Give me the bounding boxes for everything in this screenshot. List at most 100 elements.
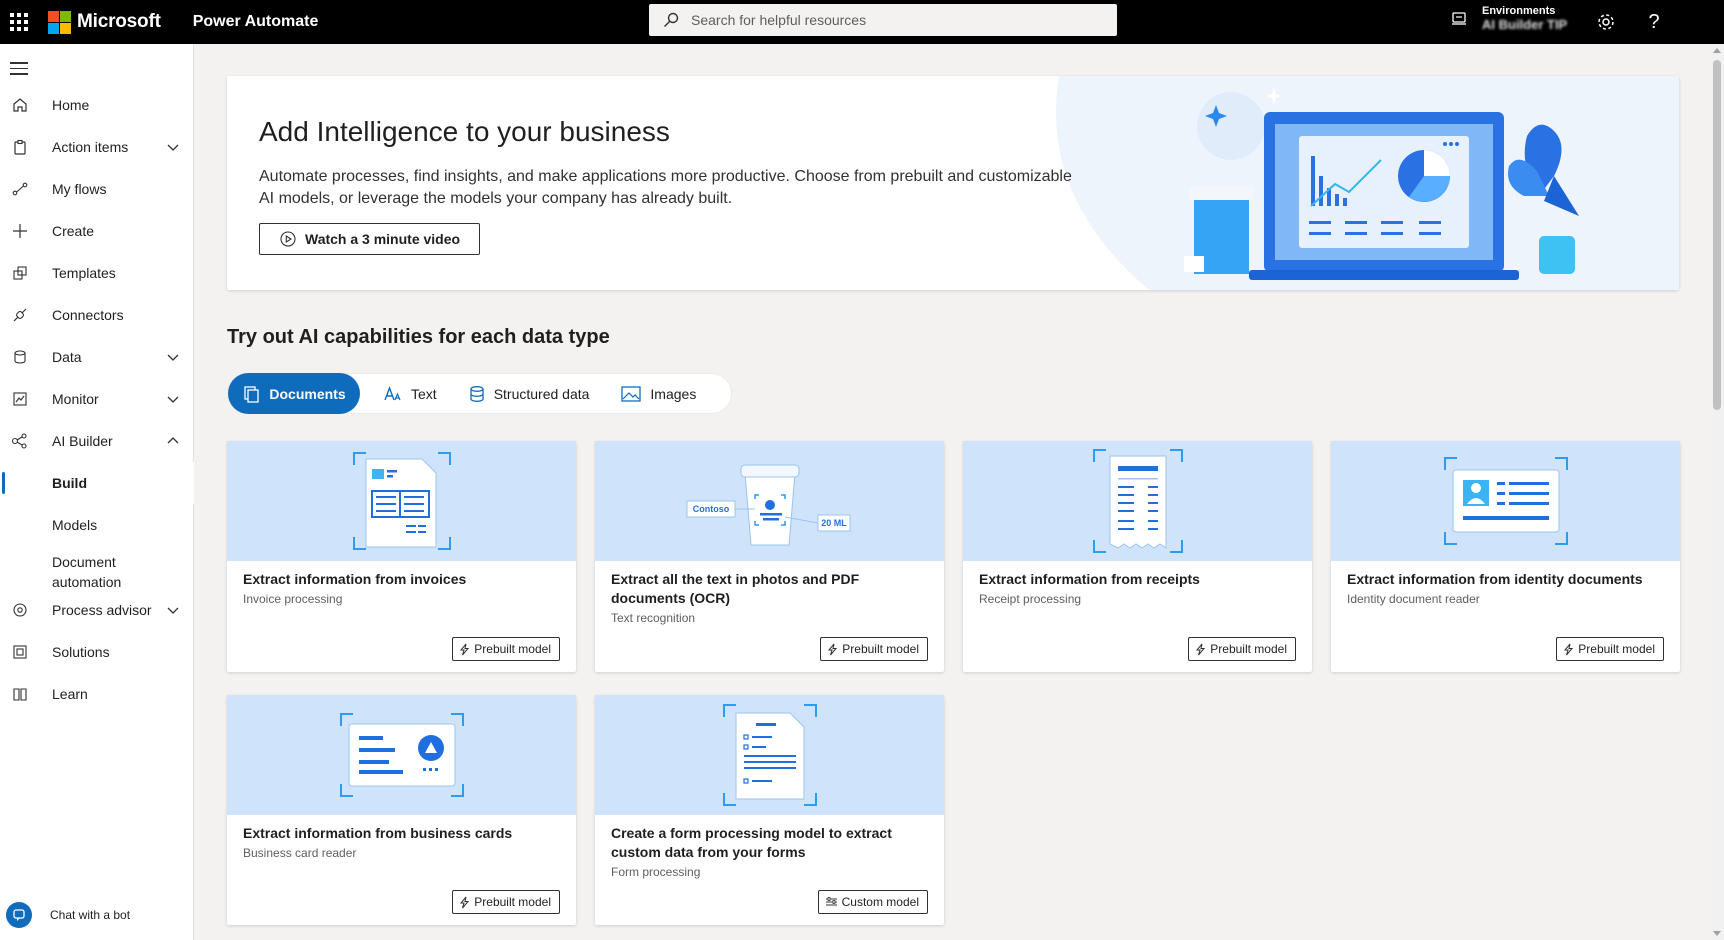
chevron-down-icon[interactable]: [166, 350, 180, 364]
watch-video-button[interactable]: Watch a 3 minute video: [259, 223, 481, 255]
nav-item-learn[interactable]: Learn: [0, 673, 194, 715]
plus-icon: [10, 221, 30, 241]
connector-icon: [10, 305, 30, 325]
main-content: Add Intelligence to your business Automa…: [195, 44, 1724, 940]
environment-picker[interactable]: Environments AI Builder TIP: [1450, 4, 1567, 32]
nav-label: Templates: [52, 265, 116, 281]
card-identity[interactable]: Extract information from identity docume…: [1331, 441, 1680, 672]
nav-item-models[interactable]: Models: [0, 504, 194, 546]
chevron-down-icon[interactable]: [166, 140, 180, 154]
process-advisor-icon: [10, 600, 30, 620]
nav-item-create[interactable]: Create: [0, 210, 194, 252]
id-card-illustration: [1443, 457, 1568, 545]
database-icon: [470, 385, 484, 402]
environment-value: AI Builder TIP: [1482, 17, 1568, 32]
card-subtitle: Form processing: [611, 865, 701, 879]
card-illustration: [227, 441, 576, 561]
lightning-icon: [828, 643, 838, 655]
microsoft-logo[interactable]: Microsoft: [48, 10, 161, 34]
nav-item-monitor[interactable]: Monitor: [0, 378, 194, 420]
chevron-down-icon[interactable]: [166, 392, 180, 406]
scroll-down-icon[interactable]: [1713, 931, 1721, 936]
chat-label: Chat with a bot: [50, 908, 131, 922]
card-subtitle: Receipt processing: [979, 592, 1082, 606]
app-launcher-icon[interactable]: [0, 0, 38, 44]
tab-text[interactable]: Text: [368, 373, 453, 414]
card-receipts[interactable]: Extract information from receipts Receip…: [963, 441, 1312, 672]
settings-icon[interactable]: [1594, 10, 1618, 34]
nav-item-ai-builder[interactable]: AI Builder: [0, 420, 194, 462]
nav-item-process-advisor[interactable]: Process advisor: [0, 589, 194, 631]
nav-label: AI Builder: [52, 433, 113, 449]
solutions-icon: [10, 642, 30, 662]
database-icon: [10, 347, 30, 367]
prebuilt-model-button[interactable]: Prebuilt model: [820, 637, 928, 661]
chevron-up-icon[interactable]: [166, 434, 180, 448]
invoice-illustration: [352, 452, 451, 550]
nav-item-build[interactable]: Build: [0, 462, 194, 504]
ocr-contoso-label: Contoso: [692, 504, 729, 514]
environment-label: Environments: [1482, 5, 1556, 17]
ocr-illustration: Contoso 20 ML: [686, 464, 850, 546]
nav-item-action-items[interactable]: Action items: [0, 126, 194, 168]
watch-video-label: Watch a 3 minute video: [305, 231, 461, 247]
chat-with-bot[interactable]: Chat with a bot: [6, 902, 130, 928]
documents-icon: [244, 385, 260, 403]
nav-item-my-flows[interactable]: My flows: [0, 168, 194, 210]
tab-documents[interactable]: Documents: [228, 373, 360, 414]
prebuilt-model-button[interactable]: Prebuilt model: [1188, 637, 1296, 661]
card-title: Extract information from identity docume…: [1347, 571, 1643, 587]
nav-label: Action items: [52, 139, 129, 155]
prebuilt-model-button[interactable]: Prebuilt model: [1556, 637, 1664, 661]
ai-builder-icon: [10, 431, 30, 451]
receipt-illustration: [1092, 449, 1183, 553]
help-icon[interactable]: ?: [1642, 10, 1666, 34]
business-card-illustration: [339, 713, 464, 797]
ocr-volume-label: 20 ML: [821, 518, 847, 528]
text-icon: [384, 385, 401, 400]
lightning-icon: [1564, 643, 1574, 655]
vertical-scrollbar[interactable]: [1710, 44, 1724, 940]
microsoft-logo-icon: [48, 10, 71, 34]
nav-item-solutions[interactable]: Solutions: [0, 631, 194, 673]
play-icon: [280, 231, 296, 247]
nav-label: My flows: [52, 181, 107, 197]
card-invoice[interactable]: Extract information from invoices Invoic…: [227, 441, 576, 672]
nav-item-home[interactable]: Home: [0, 84, 194, 126]
chevron-down-icon[interactable]: [166, 603, 180, 617]
tab-images[interactable]: Images: [605, 373, 712, 414]
nav-label: Build: [52, 475, 87, 491]
card-title: Extract all the text in photos and PDF d…: [611, 571, 860, 606]
card-subtitle: Text recognition: [611, 611, 696, 625]
tab-label: Images: [650, 385, 697, 402]
search-input[interactable]: Search for helpful resources: [649, 4, 1117, 36]
nav-item-data[interactable]: Data: [0, 336, 194, 378]
prebuilt-model-button[interactable]: Prebuilt model: [452, 890, 560, 914]
nav-label: Monitor: [52, 391, 99, 407]
monitor-icon: [10, 389, 30, 409]
nav-item-templates[interactable]: Templates: [0, 252, 194, 294]
templates-icon: [10, 263, 30, 283]
data-type-tabs: Documents Text Structured data Images: [227, 373, 732, 414]
nav-label: Document automation: [52, 554, 122, 590]
app-name[interactable]: Power Automate: [193, 13, 319, 31]
scroll-thumb[interactable]: [1713, 60, 1721, 410]
nav-item-connectors[interactable]: Connectors: [0, 294, 194, 336]
hamburger-menu-icon[interactable]: [10, 62, 28, 79]
nav-label: Learn: [52, 686, 88, 702]
card-subtitle: Invoice processing: [243, 592, 343, 606]
custom-model-button[interactable]: Custom model: [817, 890, 928, 914]
image-icon: [621, 385, 642, 402]
prebuilt-model-button[interactable]: Prebuilt model: [452, 637, 560, 661]
scroll-up-icon[interactable]: [1713, 48, 1721, 53]
card-business-cards[interactable]: Extract information from business cards …: [227, 695, 576, 925]
hero-title: Add Intelligence to your business: [259, 116, 670, 147]
tab-structured-data[interactable]: Structured data: [453, 373, 606, 414]
flow-icon: [10, 179, 30, 199]
chat-bot-icon: [6, 902, 32, 928]
card-illustration: [963, 441, 1312, 561]
card-title: Create a form processing model to extrac…: [611, 825, 892, 860]
hero-banner: Add Intelligence to your business Automa…: [227, 76, 1679, 290]
card-ocr[interactable]: Contoso 20 ML Extract all the text in ph…: [595, 441, 944, 672]
card-form-processing[interactable]: Create a form processing model to extrac…: [595, 695, 944, 925]
